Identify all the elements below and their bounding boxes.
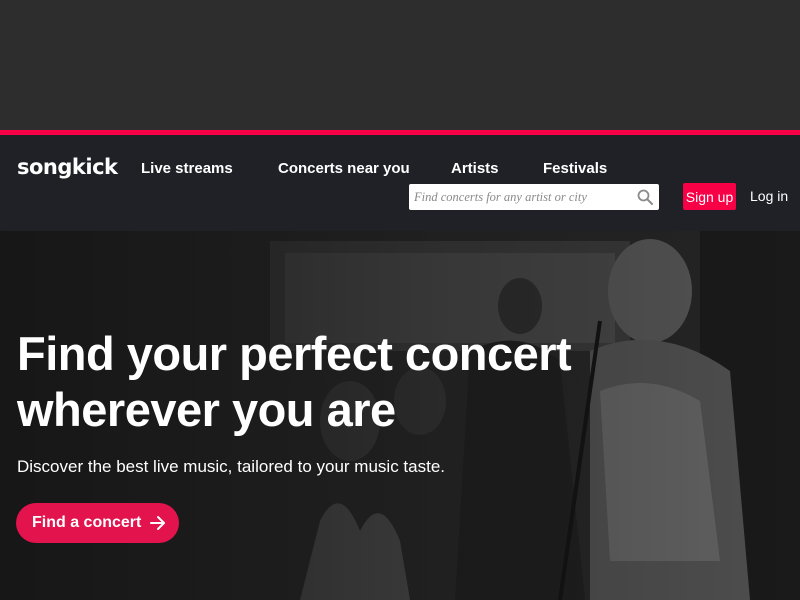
songkick-logo[interactable]: songkick [17,155,118,179]
navbar: songkick Live streams Concerts near you … [0,135,800,231]
sign-up-button[interactable]: Sign up [683,183,736,210]
nav-concerts-near-you[interactable]: Concerts near you [278,160,410,177]
search-icon[interactable] [636,188,654,206]
page: songkick Live streams Concerts near you … [0,0,800,600]
find-a-concert-button[interactable]: Find a concert [16,503,179,543]
find-a-concert-label: Find a concert [32,514,142,531]
hero-title-line-1: Find your perfect concert [17,327,572,380]
search-input[interactable] [409,184,631,210]
nav-live-streams[interactable]: Live streams [141,160,233,177]
search-box [409,184,659,210]
nav-artists[interactable]: Artists [451,160,499,177]
hero-title-line-2: wherever you are [17,383,396,436]
nav-festivals[interactable]: Festivals [543,160,607,177]
hero-title: Find your perfect concert wherever you a… [17,326,717,438]
hero-subtitle: Discover the best live music, tailored t… [17,457,445,476]
blank-area [0,0,800,130]
hero-banner: Find your perfect concert wherever you a… [0,231,800,600]
log-in-link[interactable]: Log in [750,188,788,204]
arrow-right-icon [150,516,165,530]
